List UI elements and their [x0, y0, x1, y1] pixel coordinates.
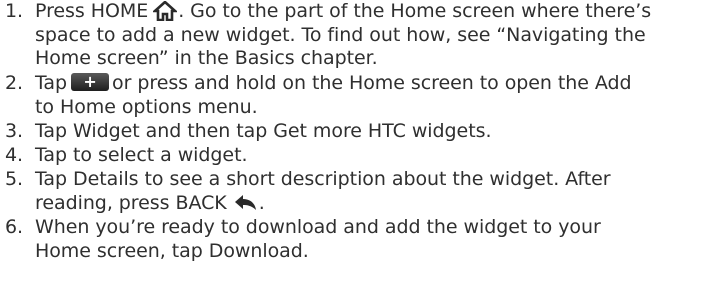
- step-number: 1.: [5, 0, 24, 22]
- step-text: .: [485, 120, 492, 142]
- step-text: reading, press BACK: [35, 191, 227, 214]
- step-line: Tap or press and hold on the Home screen …: [35, 70, 632, 96]
- step-text: to see a short description about the wid…: [138, 168, 611, 190]
- ui-term-download: Download: [208, 239, 303, 262]
- instructions-document: 1. Press HOME . Go to the part of the Hom…: [0, 0, 717, 299]
- ui-term-widget: Widget: [73, 120, 140, 142]
- step-line: When you’re ready to download and add th…: [35, 216, 601, 238]
- step-text: Tap: [35, 168, 74, 190]
- step-text: Press HOME: [35, 0, 149, 22]
- step-number: 2.: [5, 72, 24, 94]
- step-line: Tap Details to see a short description a…: [35, 168, 611, 192]
- step-text: .: [302, 239, 309, 262]
- step-text: and then tap: [139, 120, 274, 142]
- step-text: Tap: [35, 72, 68, 94]
- step-text: or press and hold on the Home screen to …: [112, 72, 632, 94]
- step-text: Tap: [35, 120, 74, 142]
- ui-term-details: Details: [73, 168, 139, 190]
- add-button-icon: [71, 70, 110, 94]
- step-text: Home screen, tap: [35, 239, 209, 262]
- step-line: Tap to select a widget.: [35, 144, 248, 166]
- step-line: to Home options menu.: [35, 95, 258, 118]
- step-number: 4.: [5, 144, 24, 166]
- step-text: .: [258, 191, 265, 214]
- step-line: reading, press BACK.: [35, 192, 265, 220]
- step-line: Home screen, tap Download.: [35, 240, 309, 264]
- step-line: space to add a new widget. To find out h…: [35, 23, 646, 46]
- ui-term-get-more-htc-widgets: Get more HTC widgets: [273, 120, 486, 142]
- step-text: . Go to the part of the Home screen wher…: [178, 0, 652, 22]
- step-line: Tap Widget and then tap Get more HTC wid…: [35, 120, 492, 144]
- step-number: 5.: [5, 168, 24, 190]
- step-number: 6.: [5, 216, 24, 238]
- step-number: 3.: [5, 120, 24, 142]
- step-line: Home screen” in the Basics chapter.: [35, 47, 378, 69]
